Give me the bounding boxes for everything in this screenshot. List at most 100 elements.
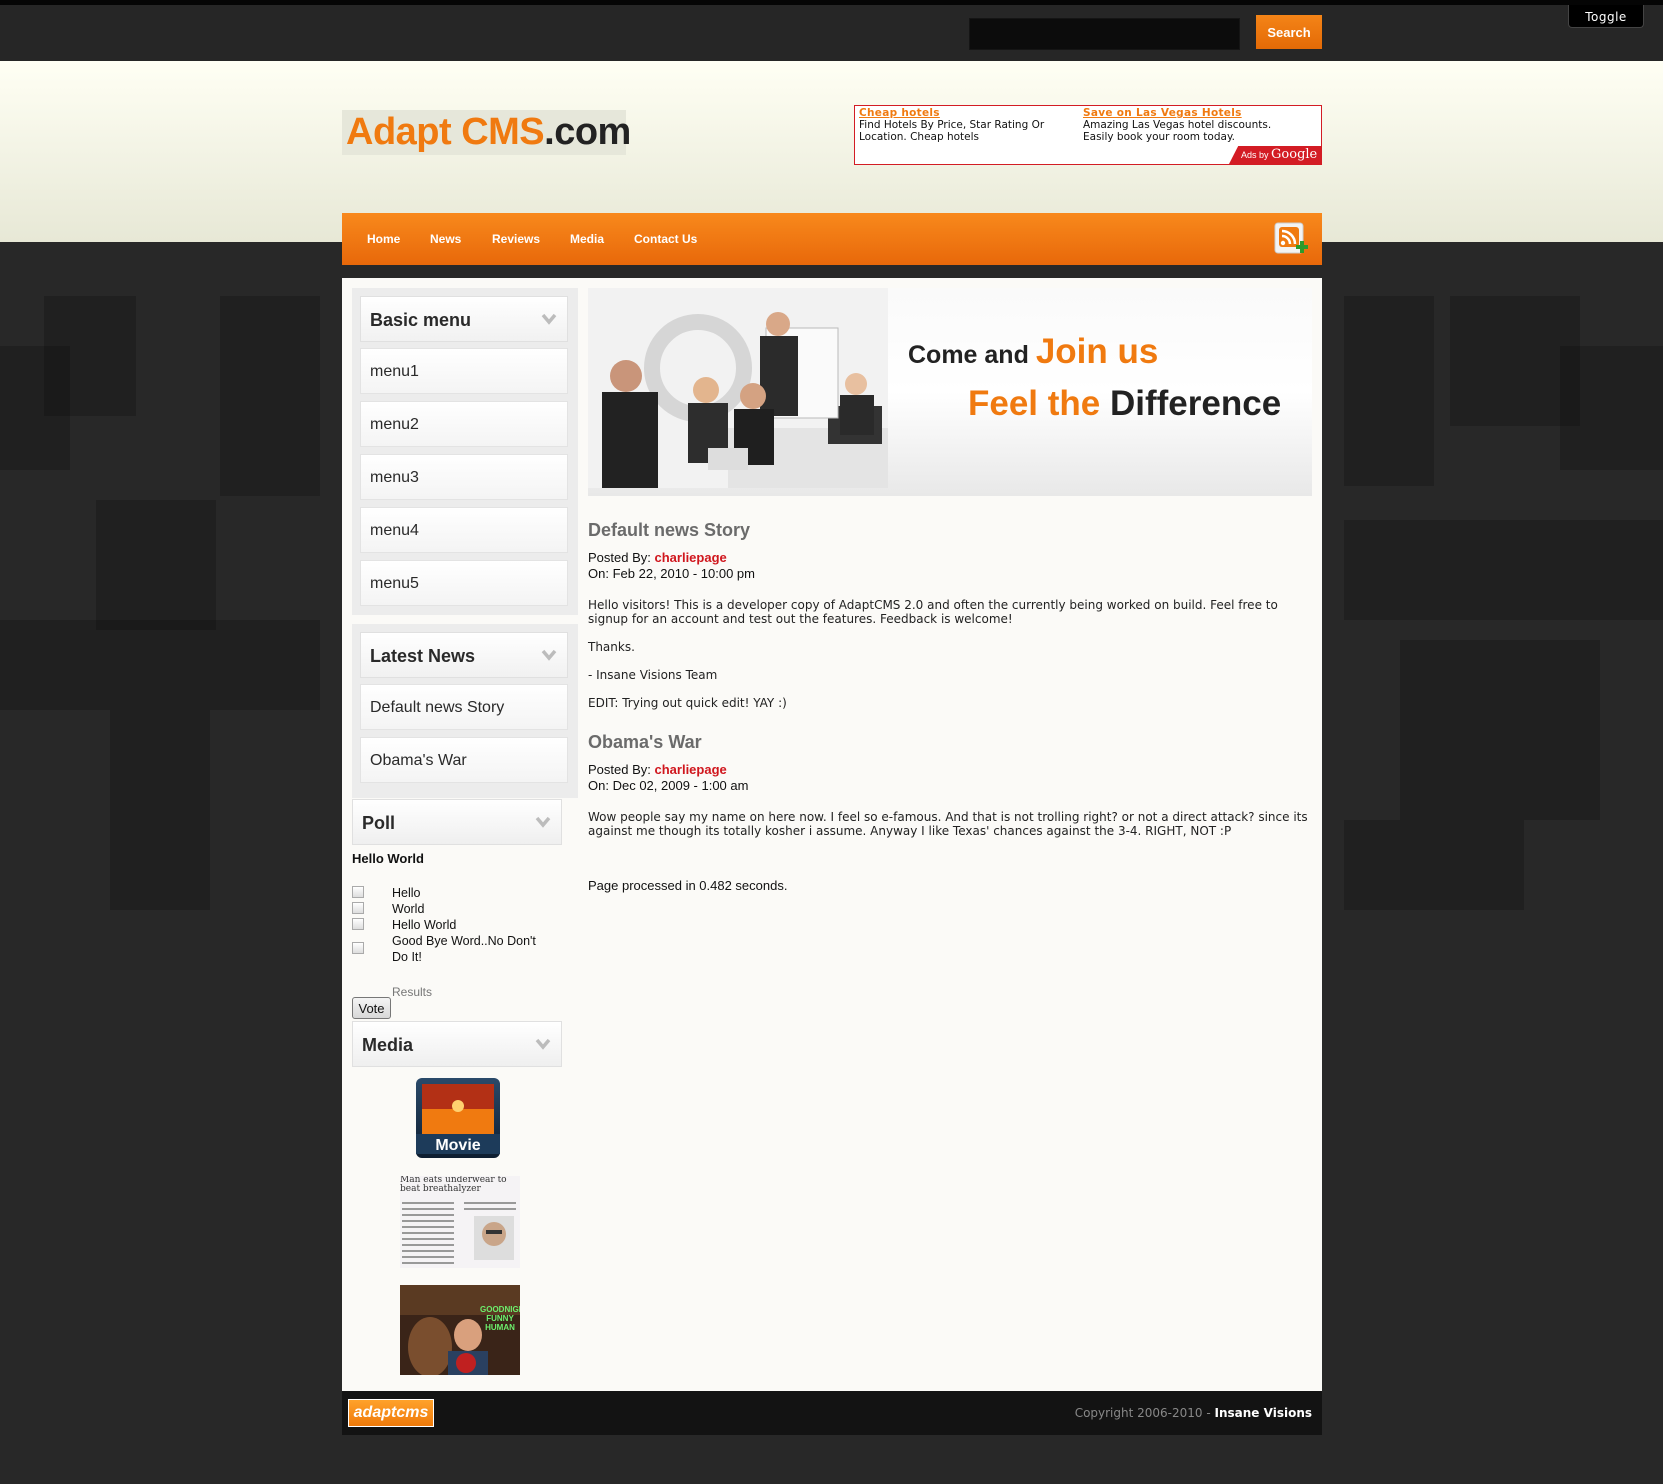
nav-reviews[interactable]: Reviews xyxy=(492,213,540,265)
background-pattern xyxy=(110,710,210,910)
chevron-down-icon xyxy=(541,313,557,325)
nav-media[interactable]: Media xyxy=(570,213,604,265)
background-pattern xyxy=(1344,296,1434,486)
story-paragraph: - Insane Visions Team xyxy=(588,668,718,682)
vote-button[interactable]: Vote xyxy=(352,997,391,1019)
banner-line1-highlight: Join us xyxy=(1035,332,1159,371)
background-pattern xyxy=(1344,820,1524,910)
media-title: Media xyxy=(362,1035,414,1055)
date-label: On: xyxy=(588,778,609,793)
logo-tld: .com xyxy=(544,111,631,153)
page-processed-text: Page processed in 0.482 seconds. xyxy=(588,878,788,893)
poll-option-label: World xyxy=(392,902,425,916)
background-pattern xyxy=(0,346,70,470)
latest-news-item[interactable]: Default news Story xyxy=(360,684,568,730)
story-title-link[interactable]: Obama's War xyxy=(588,732,702,753)
movie-thumbnail[interactable]: Movie xyxy=(410,1074,506,1162)
sidebar-item-menu3[interactable]: menu3 xyxy=(360,454,568,500)
background-pattern xyxy=(1344,520,1663,620)
tv-scene-thumbnail[interactable]: GOODNIGHT FUNNY HUMAN xyxy=(400,1285,520,1375)
poll-option-label: Hello World xyxy=(392,918,457,932)
search-input[interactable] xyxy=(969,18,1240,50)
footer-logo[interactable]: adaptcms xyxy=(348,1399,434,1427)
sidebar-item-menu2[interactable]: menu2 xyxy=(360,401,568,447)
ad-title-link[interactable]: Cheap hotels xyxy=(859,107,1069,119)
basic-menu-title: Basic menu xyxy=(370,310,472,330)
story-meta: Posted By: charliepage On: Feb 22, 2010 … xyxy=(588,550,755,582)
site-footer: adaptcms Copyright 2006-2010 - Insane Vi… xyxy=(342,1391,1322,1435)
story-paragraph: Wow people say my name on here now. I fe… xyxy=(588,810,1308,838)
ad-text: Amazing Las Vegas hotel discounts. Easil… xyxy=(1083,119,1272,143)
search-button[interactable]: Search xyxy=(1256,15,1322,49)
poll-results-link[interactable]: Results xyxy=(392,985,432,999)
poll-checkbox[interactable] xyxy=(352,918,364,930)
poll-option[interactable]: Good Bye Word..No Don't Do It! xyxy=(352,933,552,967)
poll-option-label: Hello xyxy=(392,886,421,900)
copyright-owner-link[interactable]: Insane Visions xyxy=(1215,1406,1312,1420)
sidebar-item-menu5[interactable]: menu5 xyxy=(360,560,568,606)
story-title-link[interactable]: Default news Story xyxy=(588,520,750,541)
poll-question: Hello World xyxy=(352,851,424,866)
newspaper-headline: Man eats underwear to beat breathalyzer xyxy=(400,1176,507,1194)
poll-title: Poll xyxy=(362,813,396,833)
poll-option-label: Good Bye Word..No Don't Do It! xyxy=(392,934,536,964)
poll-option[interactable]: World xyxy=(352,901,552,917)
background-pattern xyxy=(0,620,320,710)
ad-item: Save on Las Vegas Hotels Amazing Las Veg… xyxy=(1083,107,1293,143)
background-pattern xyxy=(1400,640,1600,820)
story-paragraph: EDIT: Trying out quick edit! YAY :) xyxy=(588,696,787,710)
ad-text: Find Hotels By Price, Star Rating Or Loc… xyxy=(859,119,1045,143)
nav-home[interactable]: Home xyxy=(367,213,400,265)
media-header[interactable]: Media xyxy=(352,1021,562,1067)
ads-by-prefix: Ads by xyxy=(1241,150,1269,160)
posted-by-label: Posted By: xyxy=(588,550,651,565)
story-date: Feb 22, 2010 - 10:00 pm xyxy=(612,566,755,581)
nav-contact-us[interactable]: Contact Us xyxy=(634,213,697,265)
author-link[interactable]: charliepage xyxy=(655,550,727,565)
ads-by-google-link[interactable]: Ads by Google xyxy=(1229,146,1321,164)
poll-checkbox[interactable] xyxy=(352,902,364,914)
nav-news[interactable]: News xyxy=(430,213,461,265)
tv-caption: GOODNIGHT FUNNY HUMAN xyxy=(480,1305,520,1332)
latest-news-item[interactable]: Obama's War xyxy=(360,737,568,783)
background-pattern xyxy=(220,296,320,496)
banner-line1-prefix: Come and xyxy=(908,341,1029,369)
chevron-down-icon xyxy=(535,1038,551,1050)
site-logo[interactable]: Adapt CMS.com xyxy=(342,110,631,155)
copyright-prefix: Copyright 2006-2010 - xyxy=(1074,1406,1215,1420)
promo-banner[interactable]: Come and Join us Feel the Difference xyxy=(588,288,1312,496)
banner-subline: Feel the Difference xyxy=(968,384,1281,424)
poll-option[interactable]: Hello xyxy=(352,885,552,901)
poll-checkbox[interactable] xyxy=(352,886,364,898)
poll-header[interactable]: Poll xyxy=(352,799,562,845)
basic-menu-box: Basic menu menu1 menu2 menu3 menu4 menu5 xyxy=(352,288,578,615)
banner-line2-suffix: Difference xyxy=(1110,384,1282,423)
poll-checkbox[interactable] xyxy=(352,942,364,954)
story-paragraph: Thanks. xyxy=(588,640,635,654)
ad-item: Cheap hotels Find Hotels By Price, Star … xyxy=(859,107,1069,143)
latest-news-header[interactable]: Latest News xyxy=(360,632,568,678)
toggle-button[interactable]: Toggle xyxy=(1568,5,1644,28)
content-panel: Basic menu menu1 menu2 menu3 menu4 menu5… xyxy=(342,278,1322,1391)
sidebar-item-menu1[interactable]: menu1 xyxy=(360,348,568,394)
story-paragraph: Hello visitors! This is a developer copy… xyxy=(588,598,1278,626)
top-bar: Search Toggle xyxy=(0,0,1663,61)
ads-by-brand: Google xyxy=(1271,147,1318,162)
copyright: Copyright 2006-2010 - Insane Visions xyxy=(1075,1406,1312,1420)
latest-news-title: Latest News xyxy=(370,646,476,666)
author-link[interactable]: charliepage xyxy=(655,762,727,777)
poll-option[interactable]: Hello World xyxy=(352,917,552,933)
logo-brand: Adapt CMS xyxy=(346,111,545,153)
sidebar-item-menu4[interactable]: menu4 xyxy=(360,507,568,553)
latest-news-box: Latest News Default news Story Obama's W… xyxy=(352,624,578,798)
story-meta: Posted By: charliepage On: Dec 02, 2009 … xyxy=(588,762,748,794)
rss-icon[interactable] xyxy=(1272,219,1312,259)
banner-line2-highlight: Feel the xyxy=(968,384,1101,423)
main-nav: Home News Reviews Media Contact Us xyxy=(342,213,1322,265)
date-label: On: xyxy=(588,566,609,581)
newspaper-thumbnail[interactable]: Man eats underwear to beat breathalyzer xyxy=(400,1176,520,1268)
ad-title-link[interactable]: Save on Las Vegas Hotels xyxy=(1083,107,1293,119)
banner-headline: Come and Join us xyxy=(908,332,1158,372)
chevron-down-icon xyxy=(541,649,557,661)
basic-menu-header[interactable]: Basic menu xyxy=(360,296,568,342)
